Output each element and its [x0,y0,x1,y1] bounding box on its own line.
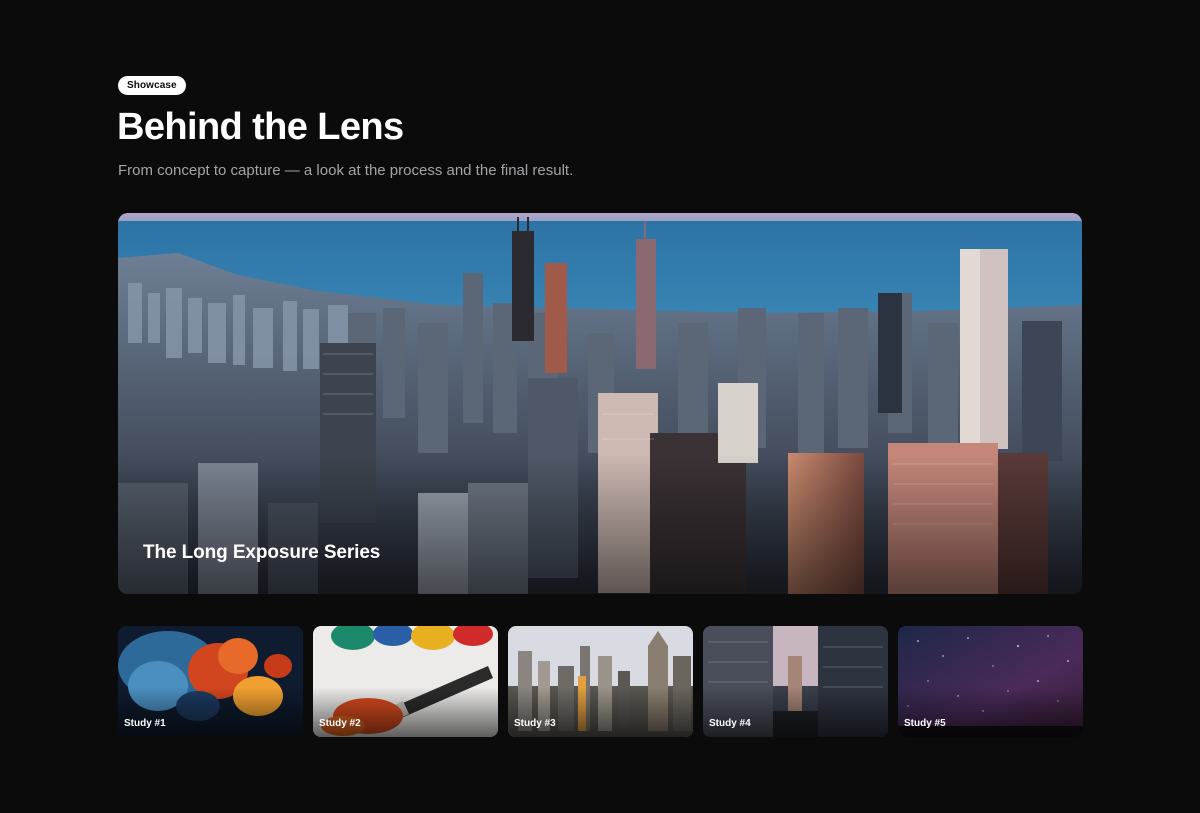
thumb-gradient-overlay [703,687,888,737]
thumbnail-study-3[interactable]: Study #3 [508,626,693,737]
thumbnail-label: Study #4 [709,718,751,729]
thumbnail-study-4[interactable]: Study #4 [703,626,888,737]
thumb-gradient-overlay [898,687,1083,737]
thumbnail-label: Study #5 [904,718,946,729]
thumb-gradient-overlay [508,687,693,737]
page-subtitle: From concept to capture — a look at the … [118,162,574,179]
thumbnail-label: Study #1 [124,718,166,729]
hero-caption: The Long Exposure Series [143,542,381,563]
thumbnail-study-5[interactable]: Study #5 [898,626,1083,737]
thumbnail-strip: Study #1 Study #2 Study #3 Study #4 Stud… [118,626,1083,737]
featured-image-card[interactable]: The Long Exposure Series [118,213,1082,594]
thumb-gradient-overlay [118,687,303,737]
thumbnail-study-1[interactable]: Study #1 [118,626,303,737]
thumb-gradient-overlay [313,687,498,737]
hero-gradient-overlay [118,454,1082,594]
thumbnail-label: Study #2 [319,718,361,729]
showcase-badge: Showcase [118,76,186,95]
thumbnail-label: Study #3 [514,718,556,729]
page-title: Behind the Lens [117,106,404,148]
thumbnail-study-2[interactable]: Study #2 [313,626,498,737]
showcase-page: Showcase Behind the Lens From concept to… [0,0,1200,813]
